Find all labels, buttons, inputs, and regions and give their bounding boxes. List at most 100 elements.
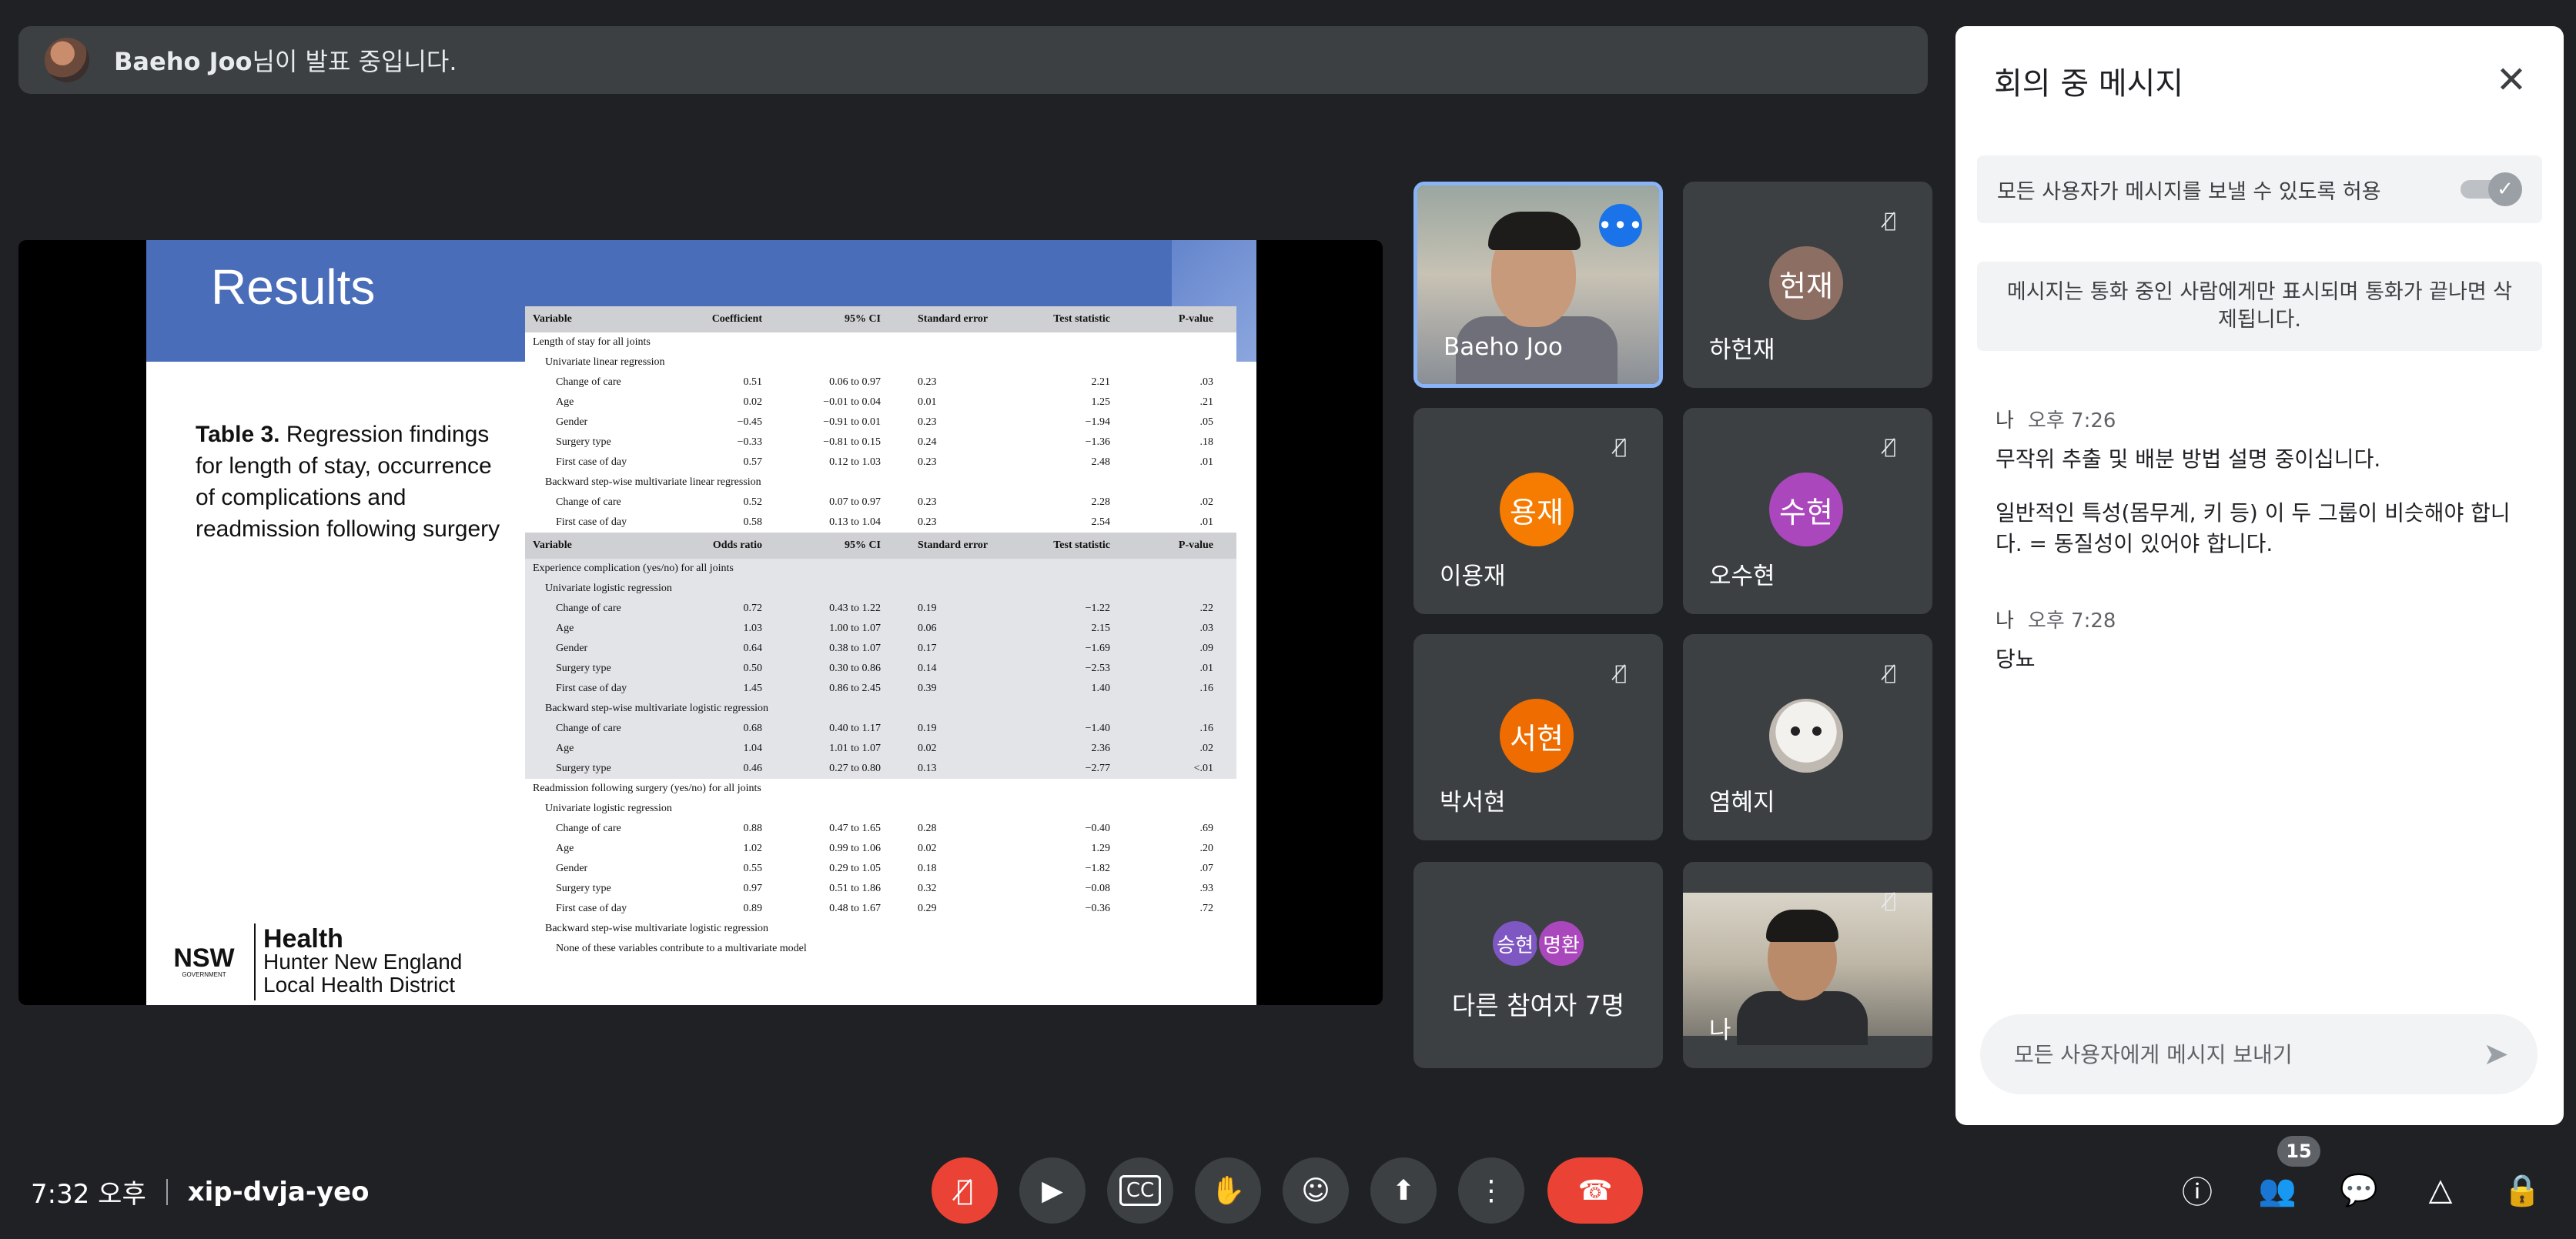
leave-call-button[interactable]: ☎ [1547,1157,1643,1224]
mic-off-icon: 🎙̸ [1614,436,1627,459]
chat-button[interactable]: 💬 [2334,1165,2384,1214]
send-icon[interactable]: ➤ [2477,1036,2514,1073]
table-cell: 1.29 [1091,843,1111,854]
table-cell: 0.14 [918,663,937,674]
table-header-cell: Test statistic [1053,539,1110,551]
table-header-cell: Test statistic [1053,313,1110,325]
in-call-messages-panel: 회의 중 메시지 ✕ 모든 사용자가 메시지를 보낼 수 있도록 허용 ✓ 메시… [1955,26,2564,1125]
table-cell: 0.52 [743,496,763,508]
table-header-cell: P-value [1178,539,1213,551]
meeting-info: 7:32 오후 xip-dvja-yeo [31,1173,370,1211]
table-cell: −1.22 [1085,603,1110,614]
table-cell: .16 [1199,683,1214,694]
more-options-button[interactable]: ⋮ [1458,1157,1524,1224]
reactions-button[interactable]: ☺ [1283,1157,1349,1224]
table-cell: 1.40 [1091,683,1111,694]
table-cell: −1.82 [1085,863,1110,874]
message-input[interactable] [2014,1041,2445,1067]
table-row: Change of care 0.72 0.43 to 1.22 0.19 −1.22.… [525,599,1236,619]
table-cell: .20 [1199,843,1214,854]
chat-message: 일반적인 특성(몸무게, 키 등) 이 두 그룹이 비슷해야 합니다. = 동질… [1996,500,2511,556]
other-participants-tile[interactable]: 승현 명환 다른 참여자 7명 [1413,862,1663,1068]
table-cell: .93 [1199,883,1214,894]
table-subsection-label: Univariate logistic regression [525,579,1236,599]
table-cell: First case of day [556,516,627,528]
table-row: First case of day 0.58 0.13 to 1.04 0.23 2.5… [525,513,1236,533]
people-icon: 👥 [2258,1172,2297,1208]
table-row: Age 1.02 0.99 to 1.06 0.02 1.29 .20 [525,839,1236,859]
allow-messages-toggle[interactable]: ✓ [2461,172,2522,206]
participant-tile-baeho-joo[interactable]: ••• Baeho Joo [1413,182,1663,388]
message-input-container: ➤ [1980,1014,2538,1094]
table-cell: .72 [1199,903,1214,914]
nsw-health-logo: NSW GOVERNMENT Health Hunter New England … [162,923,462,1000]
table-row: Change of care 0.51 0.06 to 0.97 0.23 2.21 .0… [525,372,1236,392]
participant-tile-4[interactable]: 🎙̸ 수현 오수현 [1683,408,1932,614]
camera-toggle-button[interactable]: ▶ [1019,1157,1086,1224]
table-cell: Age [556,843,574,854]
participant-tile-3[interactable]: 🎙̸ 용재 이용재 [1413,408,1663,614]
table-cell: 0.27 to 0.80 [829,763,881,774]
participant-initials-avatar: 승현 [1490,919,1540,968]
message-sender: 나 [1996,609,2014,633]
self-view-tile[interactable]: 🎙̸ 나 [1683,862,1932,1068]
divider [166,1178,168,1205]
table-cell: −2.77 [1085,763,1110,774]
present-button[interactable]: ⬆ [1370,1157,1437,1224]
mic-off-icon: 🎙̸ [1884,209,1896,232]
table-cell: 0.99 to 1.06 [829,843,881,854]
people-button[interactable]: 👥 [2253,1165,2302,1214]
mic-off-icon: 🎙̸ [1614,662,1627,685]
activities-button[interactable]: △ [2416,1165,2465,1214]
captions-button[interactable]: CC [1107,1157,1173,1224]
table-cell: 0.48 to 1.67 [829,903,881,914]
hang-up-icon: ☎ [1577,1174,1613,1207]
table-cell: .03 [1199,623,1214,634]
table-cell: 1.02 [743,843,763,854]
allow-messages-label: 모든 사용자가 메시지를 보낼 수 있도록 허용 [1997,179,2381,204]
table-cell: 0.17 [918,643,937,654]
table-cell: 0.39 [918,683,937,694]
nsw-logo-text: NSW GOVERNMENT [162,945,246,979]
participant-name: 나 [1709,1017,1731,1044]
meeting-details-button[interactable]: ⓘ [2173,1165,2222,1214]
table-cell: 1.25 [1091,396,1111,408]
captions-icon: CC [1119,1175,1162,1206]
host-controls-button[interactable]: 🔒 [2497,1165,2547,1214]
table-cell: Age [556,623,574,634]
health-label: Health [263,924,343,953]
table-cell: Gender [556,643,588,654]
participant-tile-6[interactable]: 🎙̸ 염혜지 [1683,634,1932,840]
participant-tile-2[interactable]: 🎙̸ 헌재 하헌재 [1683,182,1932,388]
message-sender: 나 [1996,409,2014,432]
table-cell: 0.24 [918,436,937,448]
table-cell: 1.01 to 1.07 [829,743,881,754]
presentation-stage[interactable]: Results Table 3. Regression findings for… [18,240,1383,1005]
table-cell: −2.53 [1085,663,1110,674]
table-row: Age 1.03 1.00 to 1.07 0.06 2.15 .03 [525,619,1236,639]
table-cell: .02 [1199,743,1214,754]
table-cell: .21 [1199,396,1214,408]
table-cell: 0.12 to 1.03 [829,456,881,468]
close-icon[interactable]: ✕ [2488,57,2534,103]
table-cell: .16 [1199,723,1214,734]
table-cell: 0.02 [918,743,937,754]
table-cell: 0.46 [743,763,763,774]
table-cell: −0.33 [737,436,762,448]
table-cell: −0.01 to 0.04 [823,396,881,408]
table-subsection-label: Backward step-wise multivariate logistic… [545,923,769,934]
table-subsection-label: Univariate logistic regression [545,803,672,814]
raise-hand-button[interactable]: ✋ [1195,1157,1261,1224]
table-cell: Surgery type [556,436,611,448]
table-cell: .69 [1199,823,1214,834]
participant-initials-avatar: 용재 [1500,473,1574,546]
mic-toggle-button[interactable]: 🎙̸ [932,1157,998,1224]
table-cell: 0.06 to 0.97 [829,376,881,388]
table-subsection-label: Backward step-wise multivariate logistic… [525,699,1236,719]
table-header-row: Variable Coefficient 95% CI Standard error T… [525,306,1236,332]
more-options-icon[interactable]: ••• [1597,204,1643,247]
participant-tile-5[interactable]: 🎙̸ 서현 박서현 [1413,634,1663,840]
table-cell: 0.29 to 1.05 [829,863,881,874]
district-line-2: Local Health District [263,973,455,997]
chat-message: 당뇨 [1996,646,2036,672]
